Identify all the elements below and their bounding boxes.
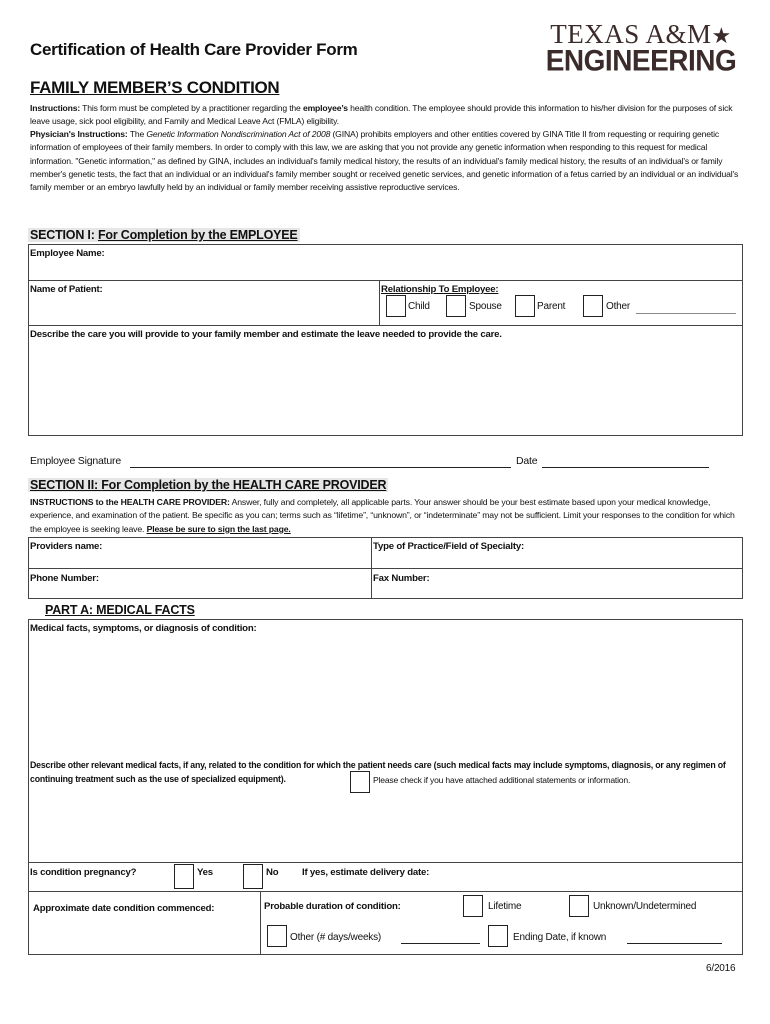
practice-specialty-field[interactable]: Type of Practice/Field of Specialty: [371,537,743,569]
instructions-label: Instructions: [30,103,81,113]
pregnancy-no-label: No [266,867,279,878]
section1-prefix: SECTION I: [30,228,98,242]
gina-act-name: Genetic Information Nondiscrimination Ac… [146,129,331,139]
section2-title: For Completion by the HEALTH CARE PROVID… [101,478,387,492]
sign-last-page-note: Please be sure to sign the last page. [146,523,291,534]
fax-number-field[interactable]: Fax Number: [371,568,743,599]
employee-name-field[interactable]: Employee Name: [28,244,743,281]
patient-name-label: Name of Patient: [30,284,103,295]
instructions-employee: employee’s [302,103,348,113]
employee-name-label: Employee Name: [30,248,105,259]
probable-duration-group: Probable duration of condition: Lifetime… [260,891,743,955]
child-label: Child [408,301,430,312]
date-commenced-field[interactable]: Approximate date condition commenced: [28,891,261,955]
physician-instructions-label: Physician's Instructions: [30,129,128,139]
pregnancy-row: Is condition pregnancy? Yes No If yes, e… [28,862,743,892]
employee-date-line[interactable] [542,467,709,468]
texas-am-engineering-logo: TEXAS A&M★ ENGINEERING [536,21,746,77]
other-days-line[interactable] [401,943,480,944]
attached-statements-label: Please check if you have attached additi… [373,775,631,785]
revision-date: 6/2016 [706,963,736,974]
unknown-label: Unknown/Undetermined [593,901,697,912]
instructions-paragraph: Instructions: This form must be complete… [30,102,745,129]
ending-date-line[interactable] [627,943,722,944]
unknown-checkbox[interactable] [569,895,589,917]
practice-specialty-label: Type of Practice/Field of Specialty: [373,541,524,552]
spouse-checkbox[interactable] [446,295,466,317]
date-commenced-label: Approximate date condition commenced: [33,903,215,914]
medical-facts-field[interactable]: Medical facts, symptoms, or diagnosis of… [28,619,743,863]
probable-duration-label: Probable duration of condition: [264,901,401,912]
other-checkbox[interactable] [583,295,603,317]
form-subtitle: FAMILY MEMBER’S CONDITION [30,78,280,97]
physician-instructions-paragraph: Physician's Instructions: The Genetic In… [30,128,745,194]
pregnancy-label: Is condition pregnancy? [30,867,137,878]
other-days-checkbox[interactable] [267,925,287,947]
child-checkbox[interactable] [386,295,406,317]
lifetime-label: Lifetime [488,901,522,912]
delivery-date-label: If yes, estimate delivery date: [302,867,430,878]
employee-signature-line[interactable] [130,467,511,468]
section1-title: For Completion by the EMPLOYEE [97,228,298,242]
part-a-heading: PART A: MEDICAL FACTS [45,603,195,617]
relationship-label: Relationship To Employee: [381,284,499,295]
patient-name-field[interactable]: Name of Patient: [28,280,380,326]
provider-instructions-label: INSTRUCTIONS to the HEALTH CARE PROVIDER… [30,497,230,507]
providers-name-label: Providers name: [30,541,103,552]
employee-signature-label: Employee Signature [30,455,121,467]
spouse-label: Spouse [469,301,502,312]
logo-line2: ENGINEERING [545,44,737,77]
physician-text: The [127,129,147,139]
relationship-group: Relationship To Employee: Child Spouse P… [379,280,743,326]
ending-date-label: Ending Date, if known [513,932,607,943]
phone-number-field[interactable]: Phone Number: [28,568,372,599]
pregnancy-yes-label: Yes [197,867,213,878]
phone-number-label: Phone Number: [30,573,99,584]
form-title: Certification of Health Care Provider Fo… [30,40,358,59]
section2-prefix: SECTION II: [30,478,102,492]
other-days-label: Other (# days/weeks) [290,932,382,943]
fax-number-label: Fax Number: [373,573,430,584]
section2-heading: SECTION II: For Completion by the HEALTH… [28,478,389,492]
date-label: Date [516,455,538,467]
pregnancy-no-checkbox[interactable] [243,864,263,889]
section1-heading: SECTION I: For Completion by the EMPLOYE… [28,228,300,242]
pregnancy-yes-checkbox[interactable] [174,864,194,889]
provider-instructions-paragraph: INSTRUCTIONS to the HEALTH CARE PROVIDER… [30,496,745,536]
care-description-field[interactable]: Describe the care you will provide to yo… [28,325,743,436]
lifetime-checkbox[interactable] [463,895,483,917]
other-label: Other [606,301,631,312]
instructions-text: This form must be completed by a practit… [80,103,303,113]
ending-date-checkbox[interactable] [488,925,508,947]
medical-facts-label: Medical facts, symptoms, or diagnosis of… [30,623,257,634]
attached-statements-checkbox[interactable] [350,771,370,793]
care-description-label: Describe the care you will provide to yo… [30,329,502,340]
providers-name-field[interactable]: Providers name: [28,537,372,569]
parent-checkbox[interactable] [515,295,535,317]
other-relationship-line[interactable] [636,313,736,314]
parent-label: Parent [537,301,566,312]
